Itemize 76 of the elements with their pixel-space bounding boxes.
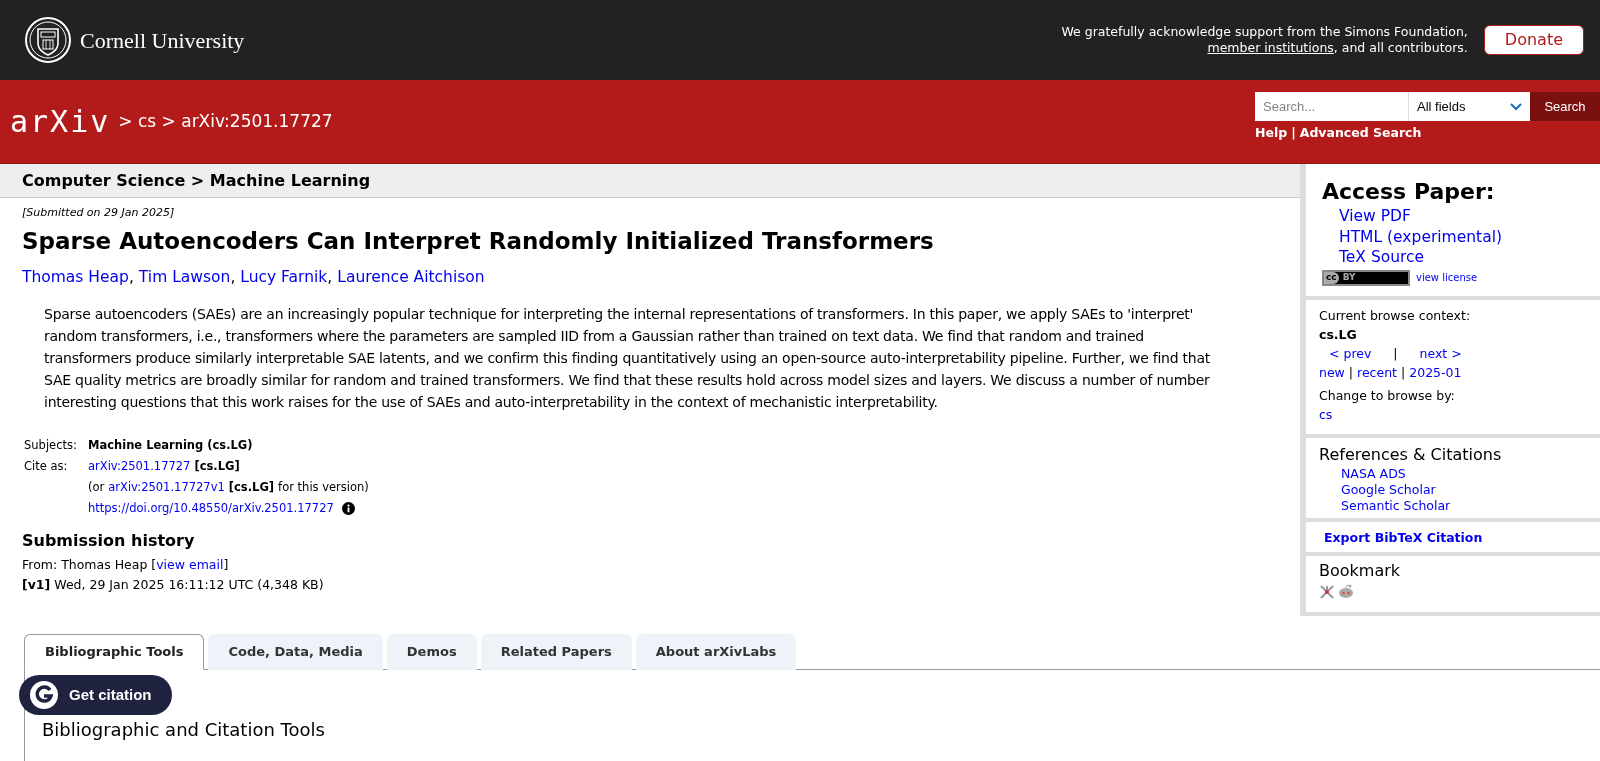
access-link[interactable]: TeX Source: [1339, 247, 1425, 268]
next-link[interactable]: next >: [1419, 343, 1462, 363]
acknowledgement-text: We gratefully acknowledge support from the Simons Foundation,: [1061, 24, 1468, 40]
author-link[interactable]: Thomas Heap: [22, 265, 129, 289]
browse-link[interactable]: 2025-01: [1409, 362, 1462, 382]
browse-link[interactable]: cs: [1319, 404, 1600, 424]
separator: |: [1291, 124, 1296, 142]
access-link[interactable]: HTML (experimental): [1339, 226, 1502, 247]
member-institutions-link[interactable]: member institutions: [1207, 40, 1334, 55]
browse-label: Change to browse by:: [1319, 386, 1456, 405]
get-citation-button[interactable]: Get citation: [19, 675, 172, 715]
field-label: Subjects:: [24, 436, 78, 454]
panel-heading: References & Citations: [1319, 443, 1503, 466]
browse-label: Current browse context:: [1319, 306, 1472, 325]
abstract: Sparse autoencoders (SAEs) are an increasingly popular technique for interpreting the internal representations of transformers. In this paper, we apply SAEs to 'interpret' random transformers, i.e., transformers where the parameters are sampled IID from a Gaussian rather than trained on text data. We find that random and trained transformers produce similarly interpretable SAE latents, and we confirm this finding quantitatively using an open-source auto-interpretability pipeline. Further, we find that SAE quality metrics are broadly similar for random and trained transformers. We find that these results hold across model sizes and layers. We discuss a number of number interesting questions that this work raises for the use of SAEs and auto-interpretability in the context of mechanistic interpretability.: [44, 304, 1211, 412]
university-seal-icon: [24, 16, 72, 64]
paper-title: Sparse Autoencoders Can Interpret Randomly Initialized Transformers: [22, 226, 935, 256]
field-select[interactable]: All fields: [1408, 92, 1530, 121]
category-label: [cs.LG]: [194, 457, 240, 475]
separator: |: [1348, 363, 1354, 382]
reference-link[interactable]: Google Scholar: [1341, 481, 1436, 498]
version-link[interactable]: arXiv:2501.17727v1: [108, 476, 225, 498]
browse-link[interactable]: new: [1319, 362, 1345, 382]
section-heading: Submission history: [22, 529, 196, 552]
citation-link[interactable]: arXiv:2501.17727: [88, 455, 191, 477]
donate-button[interactable]: Donate: [1483, 25, 1584, 55]
site-logo[interactable]: arXiv: [10, 106, 111, 137]
browse-link[interactable]: recent: [1357, 362, 1397, 382]
acknowledgement-text: member institutions, and all contributors.: [1206, 40, 1468, 56]
doi-link[interactable]: https://doi.org/10.48550/arXiv.2501.17727: [88, 497, 334, 519]
submission-date: [Submitted on 29 Jan 2025]: [22, 205, 176, 221]
tab[interactable]: Code, Data, Media: [208, 634, 383, 670]
reference-link[interactable]: NASA ADS: [1341, 465, 1406, 482]
view-email-link[interactable]: view email: [156, 556, 224, 572]
network-icon[interactable]: [1319, 583, 1335, 600]
version-note: (or: [88, 478, 105, 496]
author-separator: ,: [327, 266, 333, 288]
browse-context: cs.LG: [1319, 325, 1358, 344]
submitter-text: From: Thomas Heap [view email]: [22, 555, 230, 574]
author-link[interactable]: Tim Lawson: [138, 265, 231, 289]
g-logo-icon: [29, 680, 59, 710]
version-date: Wed, 29 Jan 2025 16:11:12 UTC (4,348 KB): [54, 575, 324, 594]
reference-link[interactable]: Semantic Scholar: [1341, 497, 1451, 514]
category-label: [cs.LG]: [228, 478, 275, 496]
version-note: for this version): [278, 478, 369, 496]
advanced-search-link[interactable]: Advanced Search: [1299, 124, 1422, 143]
breadcrumb: > cs > arXiv:2501.17727: [118, 110, 333, 133]
chevron-down-icon: [1510, 102, 1522, 111]
info-icon[interactable]: [341, 501, 355, 515]
access-link[interactable]: View PDF: [1339, 206, 1411, 227]
subheader: Computer Science > Machine Learning: [0, 164, 1300, 198]
panel-heading: Bookmark: [1319, 559, 1402, 582]
separator: |: [1401, 363, 1406, 382]
help-link[interactable]: Help: [1255, 124, 1288, 143]
search-button[interactable]: Search: [1530, 92, 1600, 121]
separator: |: [1393, 344, 1398, 363]
license-badge[interactable]: cc BY: [1322, 269, 1410, 286]
search-field[interactable]: Search...: [1255, 92, 1408, 121]
tab[interactable]: Demos: [386, 634, 477, 670]
robot-icon[interactable]: [1337, 583, 1355, 600]
author-link[interactable]: Lucy Farnik: [240, 265, 328, 289]
tab[interactable]: Related Papers: [480, 634, 632, 670]
license-link[interactable]: view license: [1416, 270, 1478, 285]
prev-link[interactable]: < prev: [1329, 343, 1372, 363]
field-label: Cite as:: [24, 457, 69, 475]
university-wordmark[interactable]: Cornell University: [80, 23, 245, 57]
version-tag: [v1]: [22, 574, 51, 595]
panel-heading: Bibliographic and Citation Tools: [42, 718, 326, 742]
tab[interactable]: Bibliographic Tools: [24, 634, 205, 670]
tab[interactable]: About arXivLabs: [635, 634, 797, 670]
export-bibtex-link[interactable]: Export BibTeX Citation: [1324, 529, 1483, 545]
author-link[interactable]: Laurence Aitchison: [337, 265, 485, 289]
panel-heading: Access Paper:: [1322, 178, 1496, 206]
author-separator: ,: [128, 266, 134, 288]
subjects-value: Machine Learning (cs.LG): [88, 436, 254, 454]
author-separator: ,: [230, 266, 236, 288]
